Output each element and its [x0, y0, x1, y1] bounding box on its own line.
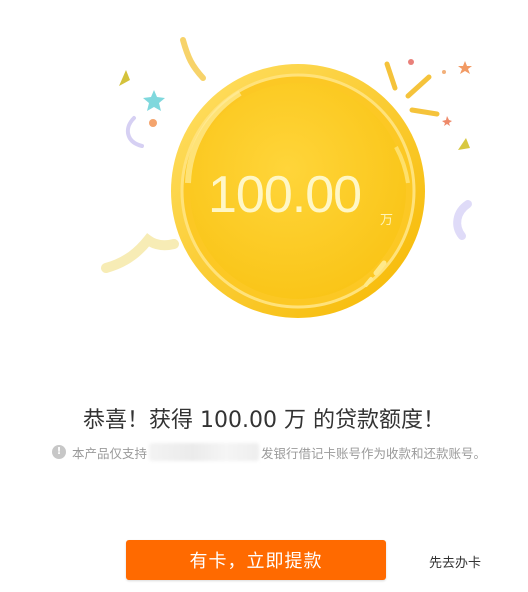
- notice-text-after: 发银行借记卡账号作为收款和还款账号。: [261, 445, 487, 461]
- redacted-bank-name: [149, 443, 260, 461]
- apply-card-link[interactable]: 先去办卡: [420, 552, 490, 571]
- curl-lavender-left: [125, 116, 144, 148]
- curl-lavender-right: [453, 200, 472, 240]
- flake-yellow-right: [458, 138, 470, 150]
- dot-orange: [149, 119, 157, 127]
- flake-olive: [119, 70, 130, 86]
- page-title: 恭喜！获得 100.00 万 的贷款额度！: [83, 408, 445, 433]
- coin-amount: 100.00: [208, 166, 362, 224]
- streamer-left: [101, 233, 179, 273]
- bank-card-notice: ! 本产品仅支持 发银行借记卡账号作为收款和还款账号。: [52, 441, 522, 463]
- coin-unit: 万: [380, 213, 394, 228]
- info-icon: !: [52, 445, 66, 459]
- star-small-red: [442, 116, 452, 126]
- withdraw-now-button[interactable]: 有卡，立即提款: [126, 540, 386, 580]
- coin: 100.00 万: [170, 63, 426, 319]
- dot-tiny: [442, 70, 446, 74]
- notice-text-before: 本产品仅支持: [72, 445, 148, 461]
- star-orange: [458, 61, 472, 74]
- star-cyan: [143, 90, 165, 111]
